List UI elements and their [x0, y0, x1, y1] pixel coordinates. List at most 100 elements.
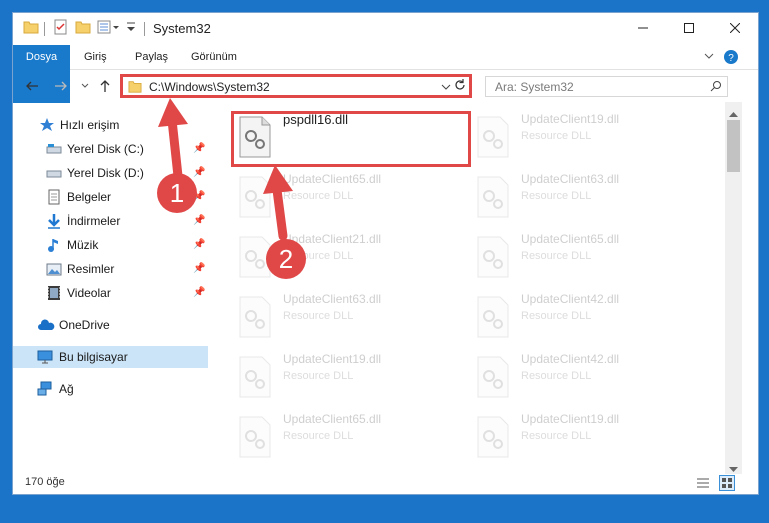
search-input[interactable]: Ara: System32 [495, 80, 574, 94]
file-item[interactable]: UpdateClient63.dll Resource DLL [219, 290, 439, 348]
file-name: UpdateClient21.dll [283, 232, 382, 246]
sidebar-item-label: Belgeler [67, 190, 112, 204]
close-button[interactable] [712, 13, 758, 43]
properties-icon[interactable] [53, 19, 69, 39]
explorer-window: System32 Dosya Giriş Paylaş Görünüm ? C:… [12, 12, 759, 495]
file-type: Resource DLL [521, 370, 592, 382]
documents-icon [46, 189, 62, 205]
up-arrow-icon[interactable] [97, 78, 113, 94]
file-name: UpdateClient19.dll [283, 352, 382, 366]
file-item[interactable]: UpdateClient65.dll Resource DLL [219, 170, 439, 228]
scroll-up-icon[interactable] [729, 106, 738, 120]
new-folder-icon[interactable] [75, 19, 91, 39]
address-path[interactable]: C:\Windows\System32 [149, 80, 270, 94]
item-count: 170 öğe [25, 476, 65, 488]
tab-home[interactable]: Giriş [84, 45, 107, 69]
file-type: Resource DLL [521, 190, 592, 202]
sidebar-item-documents[interactable]: Belgeler 📌 [13, 186, 208, 208]
dll-file-icon [477, 416, 509, 458]
file-type: Resource DLL [283, 370, 354, 382]
search-icon[interactable] [710, 80, 722, 95]
sidebar-item-label: Ağ [59, 382, 74, 396]
pin-icon[interactable]: 📌 [193, 239, 205, 250]
folder-icon [23, 19, 39, 39]
recent-locations-icon[interactable] [77, 78, 93, 94]
sidebar-item-label: Videolar [67, 286, 111, 300]
cloud-icon [37, 317, 55, 333]
minimize-button[interactable] [620, 13, 666, 43]
file-item[interactable]: UpdateClient65.dll Resource DLL [219, 410, 439, 468]
pin-icon[interactable]: 📌 [193, 167, 205, 178]
address-dropdown-icon[interactable] [441, 81, 451, 95]
file-item[interactable]: UpdateClient63.dll Resource DLL [457, 170, 677, 228]
sidebar-item-downloads[interactable]: İndirmeler 📌 [13, 210, 208, 232]
customize-qa-icon[interactable] [97, 19, 123, 39]
pin-icon[interactable]: 📌 [193, 191, 205, 202]
drive-icon [46, 165, 62, 181]
download-icon [46, 213, 62, 229]
file-highlight-box [231, 111, 471, 167]
dll-file-icon [239, 416, 271, 458]
sidebar-item-onedrive[interactable]: OneDrive [13, 314, 208, 336]
file-name: UpdateClient63.dll [521, 172, 620, 186]
sidebar-item-label: Yerel Disk (C:) [67, 142, 144, 156]
back-arrow-icon[interactable] [24, 78, 40, 94]
dll-file-icon [239, 236, 271, 278]
dll-file-icon [239, 356, 271, 398]
music-icon [46, 237, 62, 253]
tab-share[interactable]: Paylaş [135, 45, 168, 69]
sidebar-item-disk-d[interactable]: Yerel Disk (D:) 📌 [13, 162, 208, 184]
forward-arrow-icon[interactable] [53, 78, 69, 94]
file-name: UpdateClient65.dll [283, 412, 382, 426]
status-bar: 170 öğe [13, 472, 758, 494]
pin-icon[interactable]: 📌 [193, 287, 205, 298]
tab-view[interactable]: Görünüm [191, 45, 237, 69]
file-item[interactable]: UpdateClient19.dll Resource DLL [219, 350, 439, 408]
file-item[interactable]: UpdateClient19.dll Resource DLL [457, 110, 677, 168]
refresh-icon[interactable] [453, 78, 469, 94]
dropdown-arrow-icon[interactable] [126, 21, 136, 41]
address-bar[interactable]: C:\Windows\System32 [120, 74, 472, 98]
file-type: Resource DLL [283, 310, 354, 322]
file-item[interactable]: UpdateClient42.dll Resource DLL [457, 290, 677, 348]
file-item[interactable]: UpdateClient19.dll Resource DLL [457, 410, 677, 468]
sidebar-item-music[interactable]: Müzik 📌 [13, 234, 208, 256]
dll-file-icon [477, 176, 509, 218]
network-icon [37, 381, 53, 397]
sidebar-item-quick-access[interactable]: Hızlı erişim [13, 114, 208, 136]
scroll-thumb[interactable] [727, 120, 740, 172]
help-icon[interactable]: ? [723, 49, 739, 65]
ribbon-tabs: Dosya Giriş Paylaş Görünüm ? [13, 45, 758, 103]
sidebar-item-label: İndirmeler [67, 214, 121, 228]
ribbon-expand-icon[interactable] [703, 50, 715, 64]
sidebar-item-label: Resimler [67, 262, 115, 276]
file-item[interactable]: UpdateClient65.dll Resource DLL [457, 230, 677, 288]
pin-icon[interactable]: 📌 [193, 263, 205, 274]
file-item[interactable]: UpdateClient42.dll Resource DLL [457, 350, 677, 408]
sidebar-item-disk-c[interactable]: Yerel Disk (C:) 📌 [13, 138, 208, 160]
sidebar-item-videos[interactable]: Videolar 📌 [13, 282, 208, 304]
sidebar-item-label: Hızlı erişim [60, 118, 120, 132]
large-icons-view-icon[interactable] [719, 475, 735, 491]
file-name: UpdateClient42.dll [521, 292, 620, 306]
file-item[interactable]: UpdateClient21.dll Resource DLL [219, 230, 439, 288]
sidebar-item-pictures[interactable]: Resimler 📌 [13, 258, 208, 280]
maximize-button[interactable] [666, 13, 712, 43]
pin-icon[interactable]: 📌 [193, 215, 205, 226]
vertical-scrollbar[interactable] [725, 102, 742, 474]
dll-file-icon [477, 116, 509, 158]
pin-icon[interactable]: 📌 [193, 143, 205, 154]
sidebar-item-this-pc[interactable]: Bu bilgisayar [13, 346, 208, 368]
details-view-icon[interactable] [696, 476, 710, 493]
sidebar-item-network[interactable]: Ağ [13, 378, 208, 400]
file-name: UpdateClient42.dll [521, 352, 620, 366]
file-type: Resource DLL [521, 250, 592, 262]
sidebar-item-label: Bu bilgisayar [59, 350, 128, 364]
search-box[interactable]: Ara: System32 [485, 76, 728, 97]
pictures-icon [46, 261, 62, 277]
computer-icon [37, 349, 53, 365]
dll-file-icon [239, 296, 271, 338]
file-type: Resource DLL [521, 430, 592, 442]
sidebar-item-label: Yerel Disk (D:) [67, 166, 144, 180]
file-name: UpdateClient63.dll [283, 292, 382, 306]
